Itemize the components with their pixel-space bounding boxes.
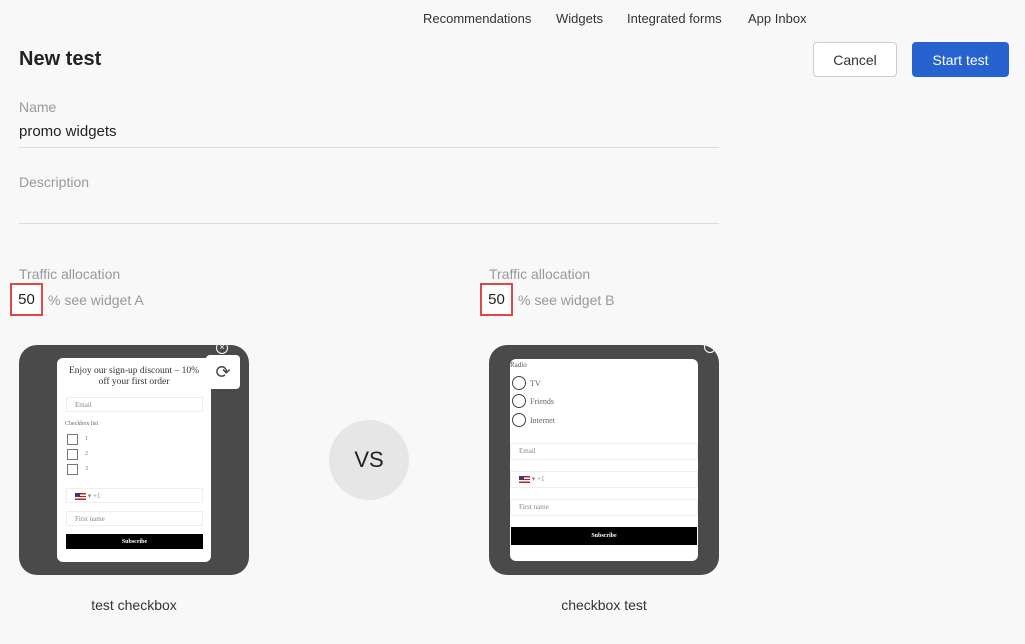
widget-card-b[interactable]: Radio TV Friends Internet Email ▾ +1 Fir… [489,345,719,575]
name-label: Name [19,99,57,115]
phone-prefix: +1 [93,492,101,500]
checkbox-option: 2 [85,451,88,457]
nav-integrated-forms[interactable]: Integrated forms [627,11,722,26]
checkbox-icon [67,464,78,475]
preview-phone: ▾ +1 [66,488,203,503]
refresh-icon: ⟳ [215,361,231,382]
widget-card-a[interactable]: Enjoy our sign-up discount – 10% off you… [19,345,249,575]
name-input[interactable]: promo widgets [19,123,117,140]
preview-email: Email [510,443,698,460]
vs-badge: VS [329,420,409,500]
nav-app-inbox[interactable]: App Inbox [748,11,807,26]
us-flag-icon [75,492,86,500]
checkbox-icon [67,434,78,445]
widget-preview-a: Enjoy our sign-up discount – 10% off you… [57,358,211,562]
traffic-suffix-b: % see widget B [518,292,615,308]
radio-icon [512,376,526,390]
traffic-label-b: Traffic allocation [489,266,591,282]
description-label: Description [19,174,90,190]
preview-heading: Enjoy our sign-up discount – 10% off you… [68,366,200,387]
traffic-input-a[interactable]: 50 [10,283,43,316]
radio-option: TV [530,379,541,388]
preview-radio-label: Radio [510,361,527,369]
checkbox-icon [67,449,78,460]
radio-icon [512,394,526,408]
preview-subscribe: Subscribe [511,527,697,545]
radio-icon [512,413,526,427]
cancel-button[interactable]: Cancel [813,42,897,77]
traffic-label-a: Traffic allocation [19,266,121,282]
close-icon[interactable]: × [216,345,228,354]
preview-email: Email [66,397,203,412]
nav-widgets[interactable]: Widgets [556,11,603,26]
close-icon[interactable] [704,345,716,353]
widget-name-a: test checkbox [91,597,177,613]
traffic-input-b[interactable]: 50 [480,283,513,316]
phone-prefix: +1 [537,475,545,483]
description-underline [19,223,719,224]
preview-first-name: First name [510,499,698,516]
page-title: New test [19,48,102,70]
name-underline [19,147,719,148]
swap-widget-button[interactable]: ⟳ [206,355,240,389]
widget-name-b: checkbox test [561,597,647,613]
description-input[interactable] [19,200,719,220]
radio-option: Friends [530,397,554,406]
nav-recommendations[interactable]: Recommendations [423,11,531,26]
us-flag-icon [519,475,530,483]
preview-first-name: First name [66,511,203,526]
preview-subscribe: Subscribe [66,534,203,549]
checkbox-option: 3 [85,466,88,472]
preview-phone: ▾ +1 [510,471,698,488]
traffic-suffix-a: % see widget A [48,292,144,308]
checkbox-option: 1 [85,436,88,442]
start-test-button[interactable]: Start test [912,42,1009,77]
preview-checkbox-label: Checkbox list [65,421,99,427]
widget-preview-b: Radio TV Friends Internet Email ▾ +1 Fir… [510,359,698,561]
radio-option: Internet [530,416,555,425]
